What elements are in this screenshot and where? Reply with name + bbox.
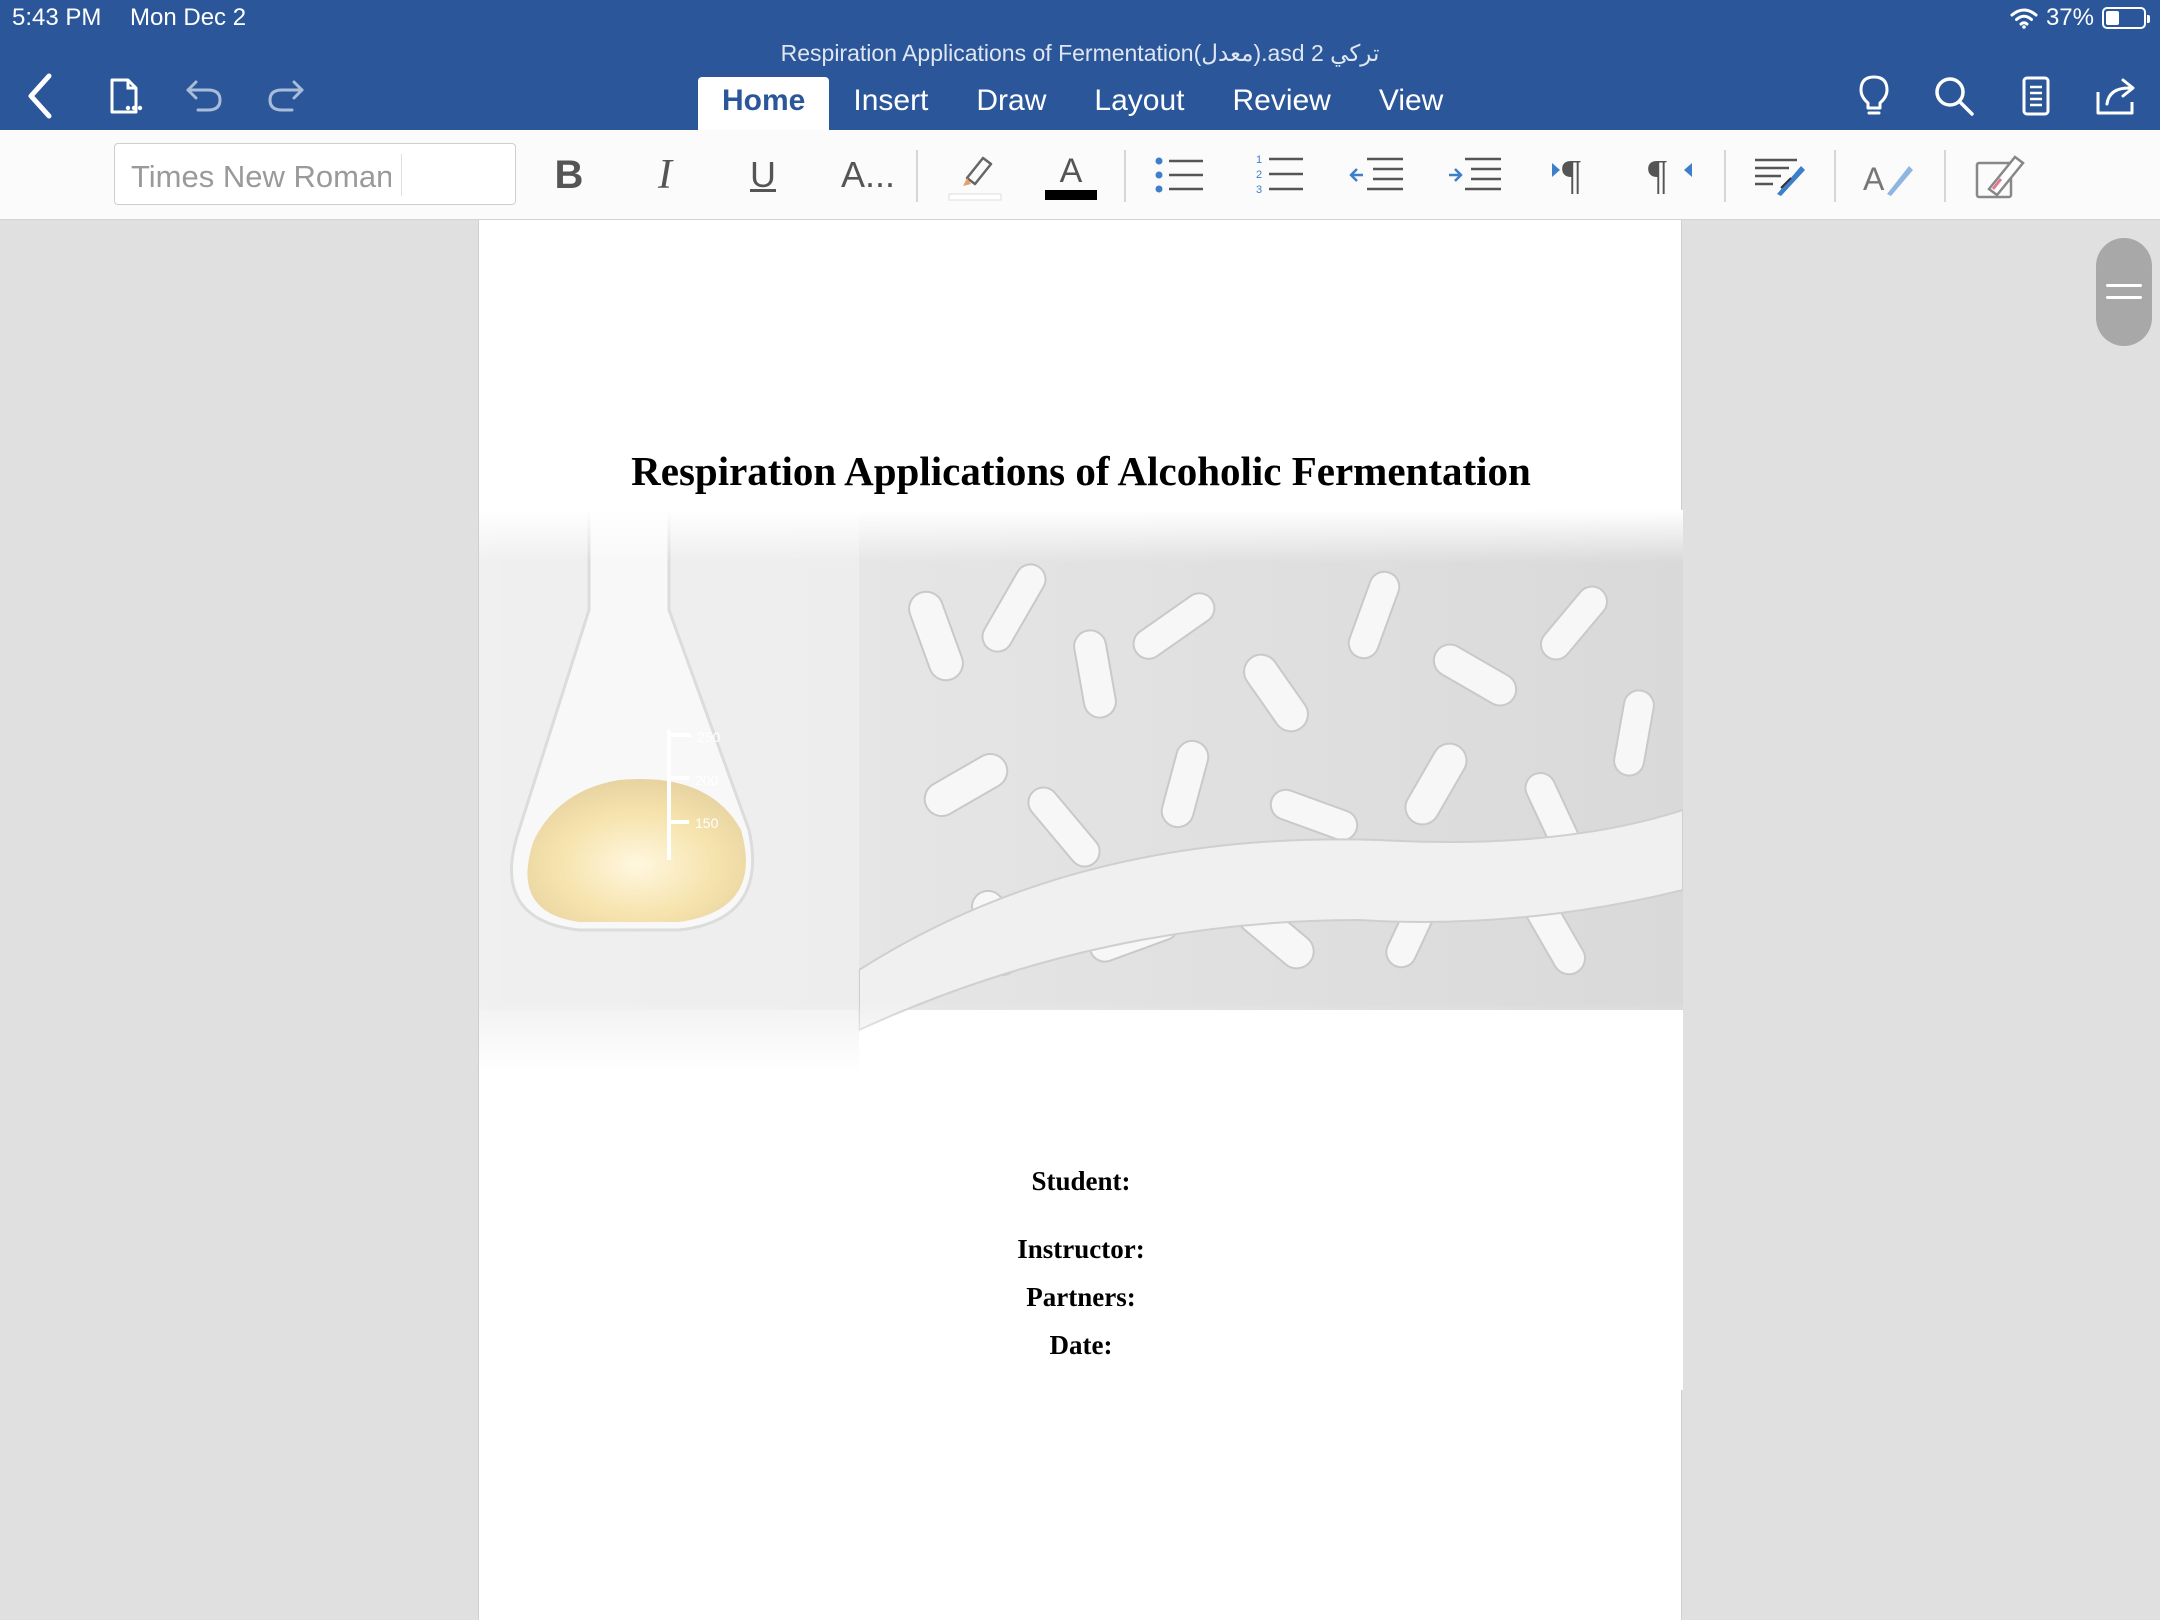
battery-percent: 37% [2045, 4, 2094, 31]
increase-indent-icon [1449, 157, 1501, 191]
undo-icon [186, 80, 222, 112]
italic-icon: I [658, 152, 672, 198]
increase-indent-button[interactable] [1442, 142, 1508, 208]
mobile-view-button[interactable] [2008, 68, 2064, 124]
mobile-view-icon [2022, 76, 2050, 116]
svg-text:A: A [1060, 152, 1083, 190]
lightbulb-icon [1859, 75, 1889, 115]
instructor-label: Instructor: [1017, 1234, 1145, 1264]
svg-text:3: 3 [1256, 184, 1262, 196]
svg-text:1: 1 [1256, 154, 1262, 166]
tab-view[interactable]: View [1355, 77, 1467, 130]
tell-me-button[interactable] [1846, 68, 1902, 124]
wifi-icon [2010, 8, 2038, 29]
tab-review[interactable]: Review [1208, 77, 1354, 130]
home-ribbon: Times New Roman B I U A... A 1 2 3 ¶ ¶ A [0, 130, 2160, 220]
student-label: Student: [1031, 1166, 1131, 1196]
date-label: Date: [1049, 1330, 1113, 1360]
scroll-handle[interactable] [2096, 238, 2152, 346]
tab-insert[interactable]: Insert [829, 77, 952, 130]
clear-formatting-button[interactable]: A [1856, 142, 1922, 208]
undo-button[interactable] [176, 68, 232, 124]
svg-text:A: A [1863, 161, 1885, 197]
font-color-icon: A [1045, 152, 1097, 200]
styles-button[interactable] [1746, 142, 1812, 208]
numbering-button[interactable]: 1 2 3 [1246, 142, 1312, 208]
copy-formatting-button[interactable] [1966, 142, 2032, 208]
more-font-options-label: A... [840, 154, 896, 195]
file-menu-button[interactable] [96, 68, 152, 124]
status-date: Mon Dec 2 [130, 4, 247, 31]
ribbon-tabs: Home Insert Draw Layout Review View [698, 77, 1467, 130]
partners-label: Partners: [1026, 1282, 1136, 1312]
redo-button[interactable] [258, 68, 314, 124]
battery-icon [2102, 7, 2150, 29]
italic-button[interactable]: I [632, 142, 698, 208]
document-page[interactable]: Respiration Applications of Alcoholic Fe… [478, 220, 1683, 1620]
svg-text:¶: ¶ [1562, 153, 1581, 197]
rtl-paragraph-button[interactable]: ¶ [1638, 142, 1704, 208]
numbered-list-icon: 1 2 3 [1256, 154, 1303, 196]
redo-icon [268, 80, 304, 112]
svg-text:2: 2 [1256, 169, 1262, 181]
document-title: Respiration Applications of Fermentation… [780, 40, 1380, 66]
share-button[interactable] [2090, 68, 2146, 124]
tab-draw[interactable]: Draw [952, 77, 1070, 130]
highlighter-icon [948, 156, 1002, 201]
clear-formatting-icon: A [1863, 161, 1913, 197]
decrease-indent-button[interactable] [1344, 142, 1410, 208]
bullets-button[interactable] [1146, 142, 1212, 208]
underline-icon: U [750, 154, 776, 195]
rtl-paragraph-icon: ¶ [1648, 153, 1692, 197]
status-indicators: 37% [2010, 4, 2150, 32]
search-icon [1935, 77, 1974, 116]
bullet-list-icon [1155, 157, 1203, 193]
decrease-indent-icon [1349, 157, 1403, 191]
underline-button[interactable]: U [730, 142, 796, 208]
bold-button[interactable]: B [536, 142, 602, 208]
document-heading: Respiration Applications of Alcoholic Fe… [631, 448, 1531, 494]
chevron-left-icon [28, 73, 52, 119]
svg-text:¶: ¶ [1648, 153, 1667, 197]
back-button[interactable] [12, 68, 68, 124]
font-name-value: Times New Roman [131, 159, 391, 194]
font-name-box[interactable]: Times New Roman [114, 143, 516, 205]
font-color-button[interactable]: A [1036, 142, 1106, 208]
bold-icon: B [554, 152, 584, 197]
more-font-options-button[interactable]: A... [830, 142, 906, 208]
title-bar: 5:43 PM Mon Dec 2 37% Respiration Applic… [0, 0, 2160, 130]
share-icon [2096, 78, 2135, 115]
file-icon [110, 78, 143, 114]
highlight-button[interactable] [940, 142, 1010, 208]
format-painter-icon [1975, 155, 2025, 199]
ltr-paragraph-icon: ¶ [1552, 153, 1581, 197]
styles-icon [1755, 158, 1805, 196]
ltr-paragraph-button[interactable]: ¶ [1540, 142, 1606, 208]
tab-layout[interactable]: Layout [1070, 77, 1208, 130]
tab-home[interactable]: Home [698, 77, 830, 130]
status-time: 5:43 PM [12, 4, 102, 31]
search-button[interactable] [1926, 68, 1982, 124]
